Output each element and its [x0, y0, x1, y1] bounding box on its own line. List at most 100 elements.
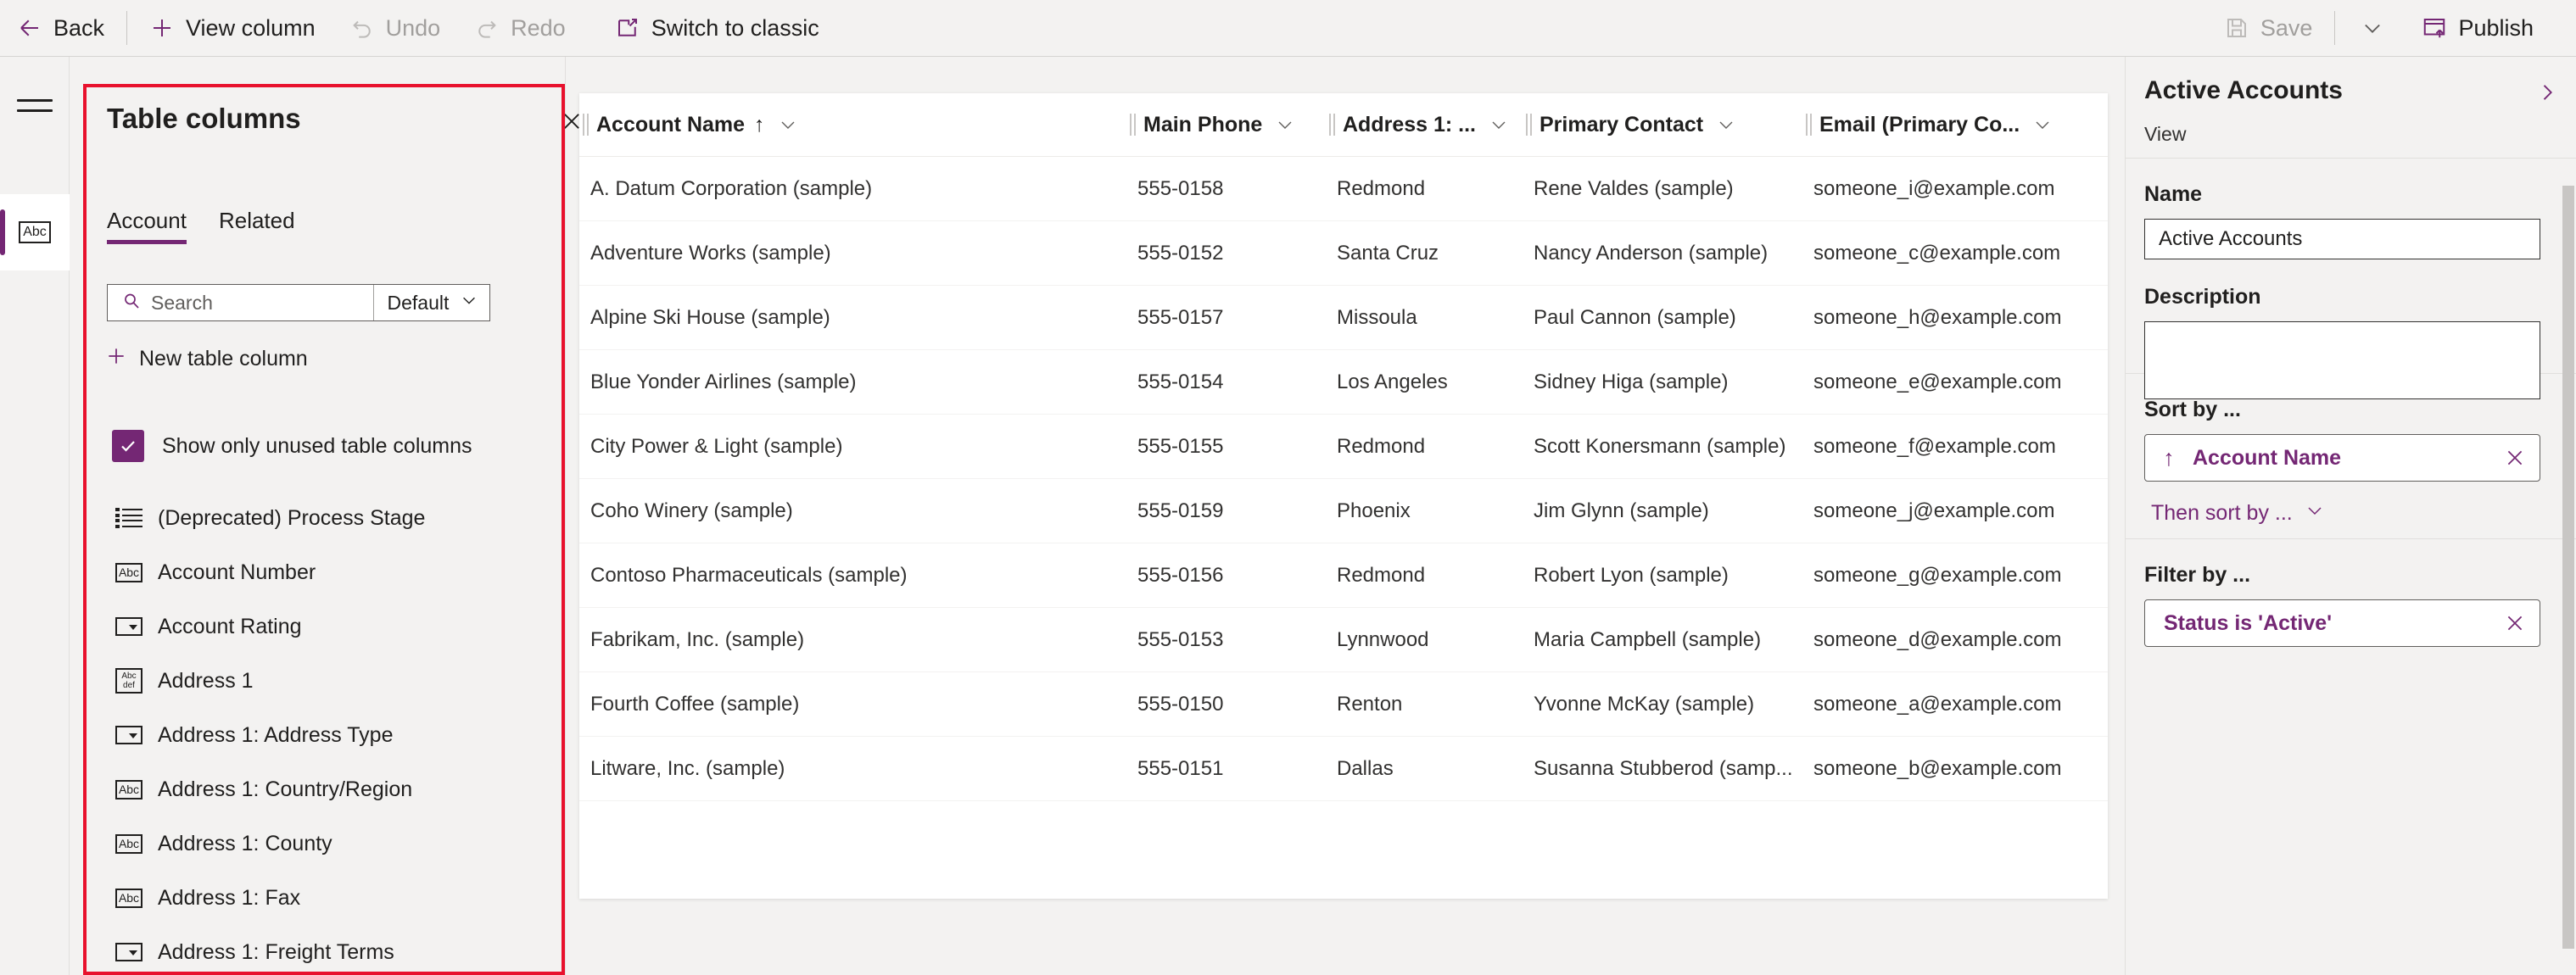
tab-account[interactable]: Account: [107, 208, 187, 244]
grid-column-header[interactable]: Email (Primary Co...: [1802, 93, 2099, 157]
redo-icon: [474, 15, 500, 41]
table-row[interactable]: Fabrikam, Inc. (sample) 555-0153 Lynnwood M…: [579, 608, 2108, 672]
table-column-list-item[interactable]: Abc Address 1: Fax: [105, 871, 565, 925]
table-cell: Scott Konersmann (sample): [1534, 434, 1786, 458]
save-options-dropdown[interactable]: [2340, 3, 2405, 53]
sort-chip[interactable]: ↑ Account Name: [2144, 434, 2540, 482]
table-row[interactable]: Contoso Pharmaceuticals (sample) 555-0156…: [579, 543, 2108, 608]
undo-button[interactable]: Undo: [332, 3, 458, 53]
show-unused-checkbox-row[interactable]: Show only unused table columns: [112, 430, 472, 462]
table-column-list-item[interactable]: Abc Account Number: [105, 545, 565, 599]
grid-column-header[interactable]: Account Name ↑: [579, 93, 1126, 157]
table-cell: someone_h@example.com: [1813, 305, 2062, 329]
table-column-list-item[interactable]: Abc Address 1: County: [105, 816, 565, 871]
table-cell: Fourth Coffee (sample): [590, 692, 800, 716]
table-cell: 555-0154: [1137, 370, 1224, 393]
switch-to-classic-label: Switch to classic: [651, 14, 819, 41]
table-column-list-item[interactable]: (Deprecated) Process Stage: [105, 491, 565, 545]
then-sort-by-button[interactable]: Then sort by ...: [2151, 500, 2325, 526]
table-cell: someone_d@example.com: [1813, 627, 2062, 651]
column-resize-grip-icon[interactable]: [1130, 114, 1136, 136]
table-column-list-item[interactable]: Account Rating: [105, 599, 565, 654]
chevron-down-icon[interactable]: [2032, 114, 2053, 135]
text-column-icon: Abc: [115, 833, 142, 855]
table-cell: 555-0158: [1137, 176, 1224, 200]
grid-body: A. Datum Corporation (sample) 555-0158 Red…: [579, 157, 2108, 801]
table-cell: someone_b@example.com: [1813, 756, 2062, 780]
table-row[interactable]: Fourth Coffee (sample) 555-0150 Renton Yvon…: [579, 672, 2108, 737]
rail-item-columns[interactable]: Abc: [0, 194, 70, 270]
remove-filter-icon[interactable]: [2490, 612, 2540, 634]
column-resize-grip-icon[interactable]: [1806, 114, 1812, 136]
table-cell: City Power & Light (sample): [590, 434, 843, 458]
sort-chip-label: Account Name: [2193, 445, 2342, 470]
toolbar-divider-2: [2334, 11, 2336, 45]
column-resize-grip-icon[interactable]: [1526, 114, 1532, 136]
grid-column-header[interactable]: Address 1: ...: [1326, 93, 1523, 157]
command-bar: Back View column Undo Redo Switch to cla…: [0, 0, 2576, 57]
search-box[interactable]: [108, 285, 373, 320]
table-cell: Fabrikam, Inc. (sample): [590, 627, 805, 651]
table-row[interactable]: Alpine Ski House (sample) 555-0157 Missoul…: [579, 286, 2108, 350]
redo-button[interactable]: Redo: [457, 3, 583, 53]
table-row[interactable]: Blue Yonder Airlines (sample) 555-0154 Los…: [579, 350, 2108, 415]
properties-scrollbar-thumb[interactable]: [2562, 186, 2574, 949]
chevron-right-icon[interactable]: [2530, 75, 2564, 109]
column-filter-value: Default: [387, 291, 450, 314]
choice-column-icon: [115, 941, 142, 963]
back-button[interactable]: Back: [0, 3, 121, 53]
properties-header: Active Accounts View: [2126, 57, 2576, 159]
properties-section-filter: Filter by ... Status is 'Active': [2126, 539, 2576, 975]
column-filter-dropdown[interactable]: Default: [372, 285, 490, 320]
filter-chip-label: Status is 'Active': [2164, 610, 2333, 635]
table-column-list-item[interactable]: Abc def Address 1: [105, 654, 565, 708]
column-resize-grip-icon[interactable]: [1329, 114, 1335, 136]
search-input[interactable]: [151, 291, 373, 315]
hamburger-menu-icon[interactable]: [17, 90, 53, 120]
table-cell: Nancy Anderson (sample): [1534, 241, 1769, 265]
column-resize-grip-icon[interactable]: [583, 114, 589, 136]
publish-button[interactable]: Publish: [2405, 3, 2551, 53]
show-unused-checkbox[interactable]: [112, 430, 144, 462]
grid-column-header[interactable]: Main Phone: [1126, 93, 1326, 157]
text-column-icon: Abc: [115, 778, 142, 800]
name-label: Name: [2144, 182, 2203, 206]
table-column-list-item[interactable]: Address 1: Freight Terms: [105, 925, 565, 974]
plus-icon: [105, 345, 127, 373]
table-cell: 555-0150: [1137, 692, 1224, 716]
remove-sort-icon[interactable]: [2490, 447, 2540, 469]
table-cell: someone_j@example.com: [1813, 499, 2055, 522]
table-columns-panel: Table columns Account Related Default: [70, 57, 607, 975]
new-table-column-button[interactable]: New table column: [105, 345, 308, 373]
chevron-down-icon[interactable]: [1489, 114, 1509, 135]
grid-header-row: Account Name ↑ Main Phone Address 1: ... Pri…: [579, 93, 2108, 157]
table-column-label: Address 1: Country/Region: [158, 777, 413, 801]
table-column-list-item[interactable]: Address 1: Address Type: [105, 708, 565, 762]
table-column-list-item[interactable]: Abc Address 1: Country/Region: [105, 762, 565, 816]
table-row[interactable]: A. Datum Corporation (sample) 555-0158 Red…: [579, 157, 2108, 221]
save-label: Save: [2260, 14, 2313, 41]
table-row[interactable]: Adventure Works (sample) 555-0152 Santa Cr…: [579, 221, 2108, 286]
table-row[interactable]: Litware, Inc. (sample) 555-0151 Dallas Susa…: [579, 737, 2108, 801]
table-column-label: Address 1: Fax: [158, 885, 301, 910]
grid-column-header[interactable]: Primary Contact: [1523, 93, 1802, 157]
name-field[interactable]: [2144, 219, 2540, 259]
undo-icon: [349, 15, 375, 41]
chevron-down-icon[interactable]: [778, 114, 798, 135]
table-row[interactable]: Coho Winery (sample) 555-0159 Phoenix Jim G…: [579, 479, 2108, 543]
tab-related[interactable]: Related: [219, 208, 295, 244]
table-row[interactable]: City Power & Light (sample) 555-0155 Redmo…: [579, 415, 2108, 479]
sort-ascending-icon[interactable]: ↑: [2145, 445, 2193, 471]
table-cell: Paul Cannon (sample): [1534, 305, 1736, 329]
chevron-down-icon[interactable]: [1716, 114, 1736, 135]
view-column-button[interactable]: View column: [132, 3, 332, 53]
table-columns-list[interactable]: (Deprecated) Process Stage Abc Account Num…: [105, 491, 565, 974]
grid-column-header-label: Account Name: [596, 112, 746, 136]
filter-chip[interactable]: Status is 'Active': [2144, 599, 2540, 647]
switch-to-classic-button[interactable]: Switch to classic: [598, 3, 836, 53]
chevron-down-icon[interactable]: [1275, 114, 1295, 135]
table-cell: Phoenix: [1337, 499, 1411, 522]
save-button[interactable]: Save: [2207, 3, 2330, 53]
view-column-label: View column: [186, 14, 316, 41]
table-cell: 555-0159: [1137, 499, 1224, 522]
